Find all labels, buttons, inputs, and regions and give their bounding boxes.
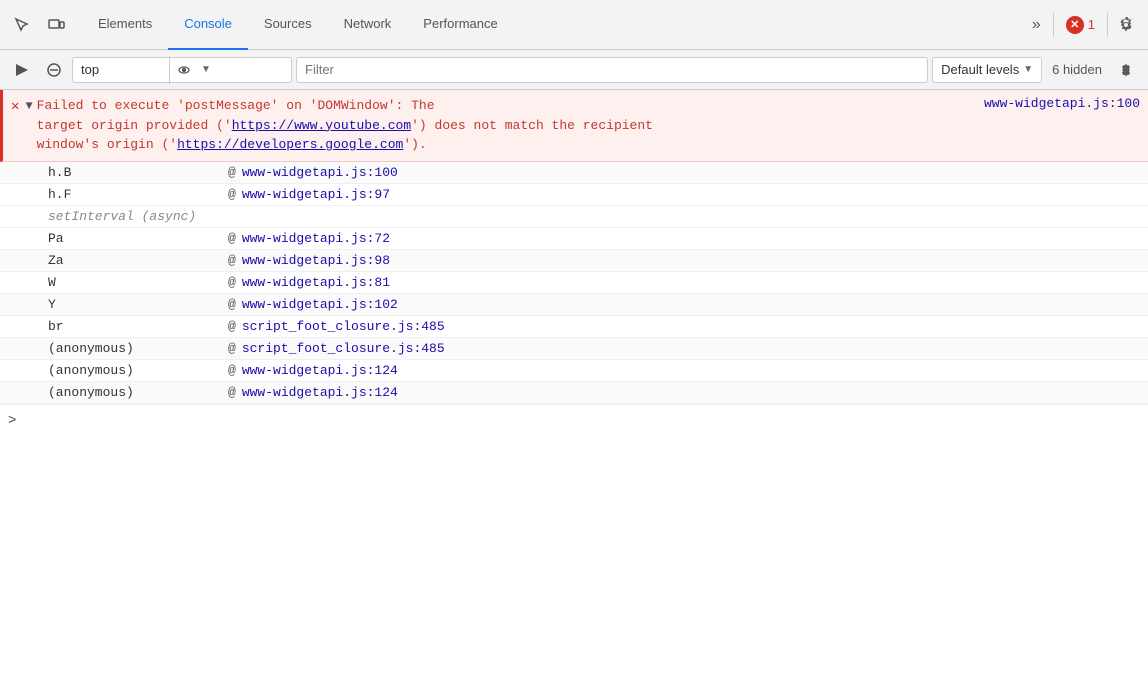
console-prompt: > xyxy=(0,404,1148,437)
stack-link-9[interactable]: www-widgetapi.js:124 xyxy=(242,363,398,378)
stack-link-10[interactable]: www-widgetapi.js:124 xyxy=(242,385,398,400)
error-count-label: 1 xyxy=(1088,17,1095,32)
stack-frame-1: h.F @ www-widgetapi.js:97 xyxy=(0,184,1148,206)
context-value: top xyxy=(81,62,163,77)
stack-link-3[interactable]: www-widgetapi.js:72 xyxy=(242,231,390,246)
stack-frame-3: Pa @ www-widgetapi.js:72 xyxy=(0,228,1148,250)
stack-frame-6: Y @ www-widgetapi.js:102 xyxy=(0,294,1148,316)
stack-at-5: @ xyxy=(228,275,236,290)
stack-link-4[interactable]: www-widgetapi.js:98 xyxy=(242,253,390,268)
stack-frame-async: setInterval (async) xyxy=(0,206,1148,228)
stack-func-0: h.B xyxy=(48,165,228,180)
stack-func-10: (anonymous) xyxy=(48,385,228,400)
context-arrow: ▼ xyxy=(201,64,283,75)
stack-at-9: @ xyxy=(228,363,236,378)
error-text-part2: target origin provided (' xyxy=(37,118,232,133)
hidden-count: 6 hidden xyxy=(1046,62,1108,77)
tab-performance[interactable]: Performance xyxy=(407,0,513,50)
more-tabs-btn[interactable]: » xyxy=(1024,16,1049,34)
stack-link-7[interactable]: script_foot_closure.js:485 xyxy=(242,319,445,334)
cursor-icon-btn[interactable] xyxy=(8,11,36,39)
eye-icon-btn[interactable] xyxy=(169,56,197,84)
tab-elements[interactable]: Elements xyxy=(82,0,168,50)
stack-link-5[interactable]: www-widgetapi.js:81 xyxy=(242,275,390,290)
error-message: Failed to execute 'postMessage' on 'DOMW… xyxy=(37,96,976,155)
context-selector[interactable]: top ▼ xyxy=(72,57,292,83)
error-icon: ✕ xyxy=(11,98,19,115)
tab-console[interactable]: Console xyxy=(168,0,248,50)
stack-at-1: @ xyxy=(228,187,236,202)
error-toggle-arrow[interactable]: ▼ xyxy=(25,99,32,113)
stack-frame-10: (anonymous) @ www-widgetapi.js:124 xyxy=(0,382,1148,404)
levels-label: Default levels xyxy=(941,62,1019,77)
stack-frame-5: W @ www-widgetapi.js:81 xyxy=(0,272,1148,294)
stack-func-4: Za xyxy=(48,253,228,268)
stack-func-8: (anonymous) xyxy=(48,341,228,356)
error-x-label: ✕ xyxy=(1070,18,1079,31)
stack-link-1[interactable]: www-widgetapi.js:97 xyxy=(242,187,390,202)
stack-func-9: (anonymous) xyxy=(48,363,228,378)
error-text-part4: window's origin (' xyxy=(37,137,177,152)
stack-func-6: Y xyxy=(48,297,228,312)
stack-func-5: W xyxy=(48,275,228,290)
stack-at-6: @ xyxy=(228,297,236,312)
stack-frame-8: (anonymous) @ script_foot_closure.js:485 xyxy=(0,338,1148,360)
error-text-the: The xyxy=(411,98,434,113)
stack-at-7: @ xyxy=(228,319,236,334)
stack-at-3: @ xyxy=(228,231,236,246)
stack-frame-7: br @ script_foot_closure.js:485 xyxy=(0,316,1148,338)
error-text-part1: Failed to execute 'postMessage' on 'DOMW… xyxy=(37,98,411,113)
levels-arrow: ▼ xyxy=(1023,64,1033,75)
devtools-toolbar: Elements Console Sources Network Perform… xyxy=(0,0,1148,50)
error-circle-icon: ✕ xyxy=(1066,16,1084,34)
console-settings-btn[interactable] xyxy=(1112,56,1140,84)
stack-func-7: br xyxy=(48,319,228,334)
toolbar-divider2 xyxy=(1107,13,1108,37)
error-source-link[interactable]: www-widgetapi.js:100 xyxy=(984,96,1140,111)
tab-network[interactable]: Network xyxy=(328,0,408,50)
stack-at-8: @ xyxy=(228,341,236,356)
error-youtube-url[interactable]: https://www.youtube.com xyxy=(232,118,411,133)
error-text-part3: ') does not match the recipient xyxy=(411,118,653,133)
stack-link-8[interactable]: script_foot_closure.js:485 xyxy=(242,341,445,356)
console-input[interactable] xyxy=(22,413,1140,428)
execute-icon-btn[interactable] xyxy=(8,56,36,84)
error-count-badge[interactable]: ✕ 1 xyxy=(1066,16,1095,34)
stack-at-0: @ xyxy=(228,165,236,180)
stack-at-10: @ xyxy=(228,385,236,400)
device-toggle-btn[interactable] xyxy=(42,11,70,39)
error-text-part5: '). xyxy=(403,137,426,152)
stack-frame-4: Za @ www-widgetapi.js:98 xyxy=(0,250,1148,272)
error-entry: ✕ ▼ Failed to execute 'postMessage' on '… xyxy=(0,90,1148,162)
settings-btn[interactable] xyxy=(1112,11,1140,39)
toolbar-icons xyxy=(8,11,70,39)
stack-func-1: h.F xyxy=(48,187,228,202)
toolbar-divider xyxy=(1053,13,1054,37)
levels-dropdown[interactable]: Default levels ▼ xyxy=(932,57,1042,83)
error-google-url[interactable]: https://developers.google.com xyxy=(177,137,403,152)
stack-link-0[interactable]: www-widgetapi.js:100 xyxy=(242,165,398,180)
stack-frame-9: (anonymous) @ www-widgetapi.js:124 xyxy=(0,360,1148,382)
console-content: ✕ ▼ Failed to execute 'postMessage' on '… xyxy=(0,90,1148,690)
stack-frame-0: h.B @ www-widgetapi.js:100 xyxy=(0,162,1148,184)
nav-tabs: Elements Console Sources Network Perform… xyxy=(82,0,1024,50)
filter-input[interactable] xyxy=(296,57,928,83)
stack-at-4: @ xyxy=(228,253,236,268)
async-label: setInterval (async) xyxy=(48,209,196,224)
console-toolbar: top ▼ Default levels ▼ 6 hidden xyxy=(0,50,1148,90)
clear-icon-btn[interactable] xyxy=(40,56,68,84)
tab-sources[interactable]: Sources xyxy=(248,0,328,50)
prompt-arrow: > xyxy=(8,413,16,429)
stack-func-3: Pa xyxy=(48,231,228,246)
stack-link-6[interactable]: www-widgetapi.js:102 xyxy=(242,297,398,312)
